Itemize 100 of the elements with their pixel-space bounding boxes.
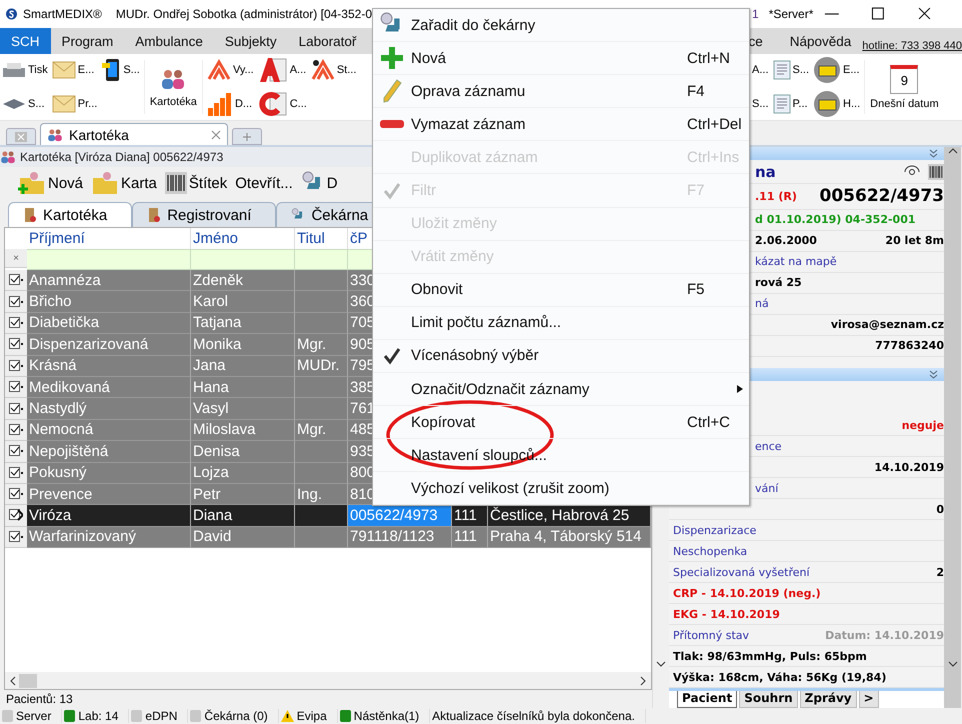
- table-cell: [295, 505, 348, 527]
- toolbar-button[interactable]: C...: [258, 92, 307, 116]
- menu-item[interactable]: Zařadit do čekárny: [373, 9, 749, 42]
- tab[interactable]: Souhrn: [739, 691, 798, 708]
- menu-item[interactable]: Limit počtu záznamů...: [373, 306, 749, 340]
- scroll-right-icon[interactable]: [639, 676, 647, 686]
- menu-item[interactable]: Oprava záznamu F4: [373, 75, 749, 108]
- submenu-arrow-icon: [737, 385, 743, 394]
- toolbar-button[interactable]: St...: [310, 58, 356, 82]
- toolbar-button[interactable]: E...: [52, 58, 98, 82]
- column-header[interactable]: Příjmení: [27, 228, 191, 249]
- toolbar-button[interactable]: Pr...: [52, 92, 98, 116]
- checkbox-icon: [9, 466, 23, 479]
- column-header[interactable]: Titul: [295, 228, 348, 249]
- detail-text: virosa@seznam.cz: [830, 318, 944, 332]
- row-header[interactable]: [5, 526, 27, 548]
- hotline-link[interactable]: hotline: 733 398 440: [862, 40, 962, 54]
- filter-field[interactable]: [191, 249, 295, 270]
- row-header[interactable]: [5, 420, 27, 442]
- menu-item[interactable]: Ambulance: [124, 28, 214, 54]
- toolbar-button[interactable]: D...: [206, 92, 254, 116]
- menu-item[interactable]: Označit/Odznačit záznamy: [373, 373, 749, 406]
- row-header[interactable]: [5, 334, 27, 356]
- detail-text: neguje: [902, 418, 944, 432]
- maximize-icon[interactable]: [872, 8, 884, 20]
- row-header[interactable]: [5, 312, 27, 334]
- tab[interactable]: Zprávy: [800, 691, 857, 708]
- checkbox-icon: [9, 274, 23, 286]
- menu-item[interactable]: Vícenásobný výběr: [373, 340, 749, 374]
- toolbar-button[interactable]: S...: [772, 58, 810, 82]
- toolbar-button[interactable]: Nová: [18, 171, 84, 195]
- check-icon: [383, 346, 401, 365]
- row-header[interactable]: [5, 441, 27, 463]
- scroll-down-icon[interactable]: [656, 660, 666, 668]
- table-cell: Prevence: [27, 484, 191, 506]
- row-header[interactable]: [5, 484, 27, 506]
- tab[interactable]: Pacient: [677, 691, 738, 708]
- scroll-up-icon[interactable]: [948, 147, 958, 155]
- row-header[interactable]: [5, 291, 27, 313]
- question-logo-icon: [310, 59, 335, 81]
- scroll-thumb[interactable]: [19, 674, 37, 688]
- toolbar-button[interactable]: Karta: [91, 171, 157, 195]
- close-icon[interactable]: [918, 8, 931, 20]
- row-header[interactable]: [5, 270, 27, 292]
- window-title: MUDr. Ondřej Sobotka (administrátor) [04-352-0: [116, 7, 372, 21]
- menu-item[interactable]: Vymazat záznam Ctrl+Del: [373, 108, 749, 142]
- app-name: SmartMEDIX®: [23, 7, 102, 21]
- menu-item[interactable]: Nová Ctrl+N: [373, 42, 749, 76]
- toolbar-button[interactable]: Vy...: [206, 58, 254, 82]
- table-cell: [295, 291, 348, 313]
- checkbox-icon: [9, 381, 23, 394]
- detail-text: CRP - 14.10.2019 (neg.): [673, 586, 821, 600]
- tab[interactable]: >: [858, 691, 879, 708]
- toolbar-button[interactable]: Otevřít...: [235, 171, 293, 195]
- menu-item[interactable]: Obnovit F5: [373, 274, 749, 307]
- row-header[interactable]: [5, 462, 27, 484]
- menu-item[interactable]: Laboratoř: [288, 28, 368, 54]
- tab[interactable]: Kartotéka: [8, 202, 132, 227]
- detail-text: Dispenzarizace: [673, 524, 756, 537]
- add-tab-icon[interactable]: [232, 128, 262, 145]
- scroll-down-icon[interactable]: [948, 660, 958, 668]
- document-tab[interactable]: Kartotéka: [40, 123, 228, 145]
- detail-text: na: [755, 162, 776, 181]
- toolbar-button[interactable]: S...: [752, 92, 769, 116]
- menu-item[interactable]: SCH: [0, 28, 51, 54]
- toolbar-button[interactable]: Tisk: [2, 58, 48, 82]
- row-header[interactable]: [5, 398, 27, 420]
- table-cell: Miloslava: [191, 420, 295, 442]
- filter-field[interactable]: [27, 249, 191, 270]
- table-cell: Krásná: [27, 356, 191, 377]
- row-header[interactable]: [5, 505, 27, 527]
- row-header[interactable]: [5, 376, 27, 398]
- menu-item[interactable]: Program: [50, 28, 124, 54]
- toolbar-button[interactable]: A...: [752, 58, 769, 82]
- tab[interactable]: Registrovaní: [132, 202, 276, 227]
- row-header[interactable]: [5, 356, 27, 377]
- menu-item[interactable]: Subjekty: [214, 28, 288, 54]
- today-button[interactable]: 9 Dnešní datum: [867, 64, 942, 110]
- eye-icon[interactable]: [904, 164, 920, 176]
- vertical-scrollbar[interactable]: [944, 147, 961, 708]
- drawer-icon: [813, 90, 842, 118]
- horizontal-scrollbar[interactable]: [5, 672, 651, 689]
- column-header[interactable]: Jméno: [191, 228, 295, 249]
- menu-item[interactable]: Výchozí velikost (zrušit zoom): [373, 472, 749, 506]
- toolbar-button[interactable]: Kartotéka: [146, 66, 200, 108]
- menu-item[interactable]: Kopírovat Ctrl+C: [373, 406, 749, 440]
- toolbar-button[interactable]: E...: [813, 58, 860, 82]
- toolbar-button[interactable]: D: [300, 171, 338, 195]
- toolbar-button[interactable]: S...: [2, 92, 48, 116]
- table-cell: Denisa: [191, 441, 295, 463]
- toolbar-button[interactable]: Štítek: [164, 171, 228, 195]
- toolbar-button[interactable]: H...: [813, 92, 860, 116]
- filter-field[interactable]: [295, 249, 348, 270]
- toolbar-button[interactable]: P...: [772, 92, 810, 116]
- calendar-icon: 9: [890, 64, 918, 94]
- scroll-left-icon[interactable]: [9, 674, 17, 688]
- toolbar-button[interactable]: S...: [101, 58, 140, 82]
- menu-item[interactable]: Nápověda: [774, 28, 862, 54]
- toolbar-button[interactable]: A...: [258, 58, 307, 82]
- clear-filter-button[interactable]: ×: [5, 249, 27, 268]
